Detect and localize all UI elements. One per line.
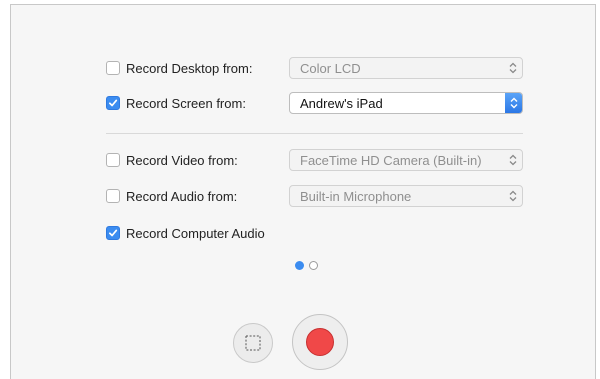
record-desktop-row: Record Desktop from: (106, 57, 252, 79)
record-audio-select[interactable]: Built-in Microphone (289, 185, 523, 207)
record-icon (306, 328, 334, 356)
record-desktop-select[interactable]: Color LCD (289, 57, 523, 79)
record-button[interactable] (292, 314, 348, 370)
checkmark-icon (108, 99, 118, 107)
record-audio-row: Record Audio from: (106, 185, 237, 207)
page-dot-1[interactable] (295, 261, 304, 270)
record-computer-audio-label: Record Computer Audio (126, 225, 265, 241)
record-video-row: Record Video from: (106, 149, 238, 171)
record-audio-select-value: Built-in Microphone (300, 188, 412, 204)
record-video-select-value: FaceTime HD Camera (Built-in) (300, 152, 482, 168)
record-desktop-label: Record Desktop from: (126, 60, 253, 76)
section-divider (106, 133, 523, 134)
page-indicator (295, 261, 318, 270)
page-dot-2[interactable] (309, 261, 318, 270)
updown-chevron-icon (505, 93, 522, 113)
dashed-selection-icon (245, 335, 261, 351)
record-computer-audio-checkbox[interactable] (106, 226, 120, 240)
select-area-button[interactable] (233, 323, 273, 363)
updown-chevron-icon (505, 151, 521, 169)
record-desktop-checkbox[interactable] (106, 61, 120, 75)
recorder-panel: Record Desktop from: Color LCD Record Sc… (10, 4, 596, 379)
record-computer-audio-row: Record Computer Audio (106, 222, 265, 244)
record-screen-checkbox[interactable] (106, 96, 120, 110)
record-screen-row: Record Screen from: (106, 92, 246, 114)
record-video-select[interactable]: FaceTime HD Camera (Built-in) (289, 149, 523, 171)
updown-chevron-icon (505, 187, 521, 205)
record-video-label: Record Video from: (126, 152, 238, 168)
record-screen-select-value: Andrew's iPad (300, 95, 383, 111)
record-video-checkbox[interactable] (106, 153, 120, 167)
record-audio-checkbox[interactable] (106, 189, 120, 203)
record-screen-select[interactable]: Andrew's iPad (289, 92, 523, 114)
record-audio-label: Record Audio from: (126, 188, 238, 204)
checkmark-icon (108, 229, 118, 237)
record-screen-label: Record Screen from: (126, 95, 246, 111)
updown-chevron-icon (505, 59, 521, 77)
record-desktop-select-value: Color LCD (300, 60, 361, 76)
